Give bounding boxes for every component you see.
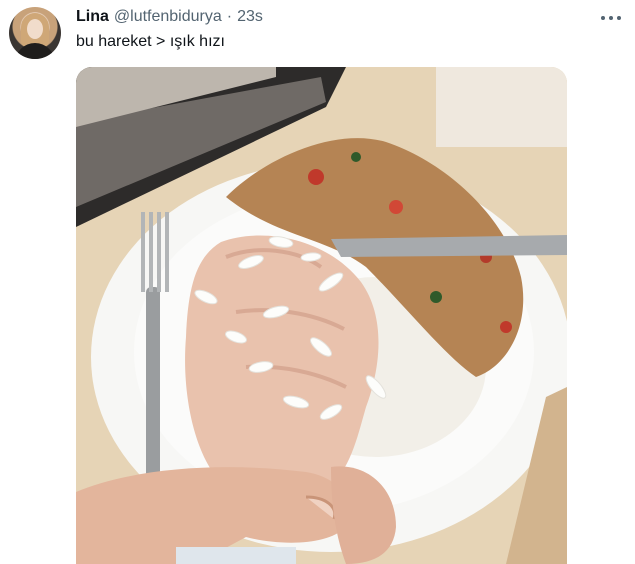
more-options-icon[interactable] xyxy=(601,12,621,24)
photo-illustration xyxy=(76,67,567,564)
avatar[interactable] xyxy=(9,7,61,59)
basil xyxy=(351,152,361,162)
wall xyxy=(436,67,567,147)
more-dot xyxy=(617,16,621,20)
pepper xyxy=(500,321,512,333)
timestamp[interactable]: 23s xyxy=(237,8,263,26)
fork-tine xyxy=(149,212,153,292)
tweet: Lina @lutfenbidurya · 23s bu hareket > ı… xyxy=(0,0,635,564)
avatar-body xyxy=(15,43,55,59)
basil xyxy=(430,291,442,303)
fork-tine xyxy=(157,212,161,292)
blanket xyxy=(176,547,296,564)
pepper xyxy=(389,200,403,214)
fork-tine xyxy=(165,212,169,292)
tweet-photo[interactable] xyxy=(76,67,567,564)
separator-dot: · xyxy=(226,8,233,25)
fork-tine xyxy=(141,212,145,292)
avatar-face xyxy=(27,19,43,39)
user-handle[interactable]: @lutfenbidurya xyxy=(114,8,222,26)
fork-handle xyxy=(146,287,160,487)
pepper xyxy=(308,169,324,185)
more-dot xyxy=(601,16,605,20)
tweet-header: Lina @lutfenbidurya · 23s xyxy=(76,8,263,30)
more-dot xyxy=(609,16,613,20)
display-name[interactable]: Lina xyxy=(76,8,109,26)
tweet-text: bu hareket > ışık hızı xyxy=(76,33,225,50)
